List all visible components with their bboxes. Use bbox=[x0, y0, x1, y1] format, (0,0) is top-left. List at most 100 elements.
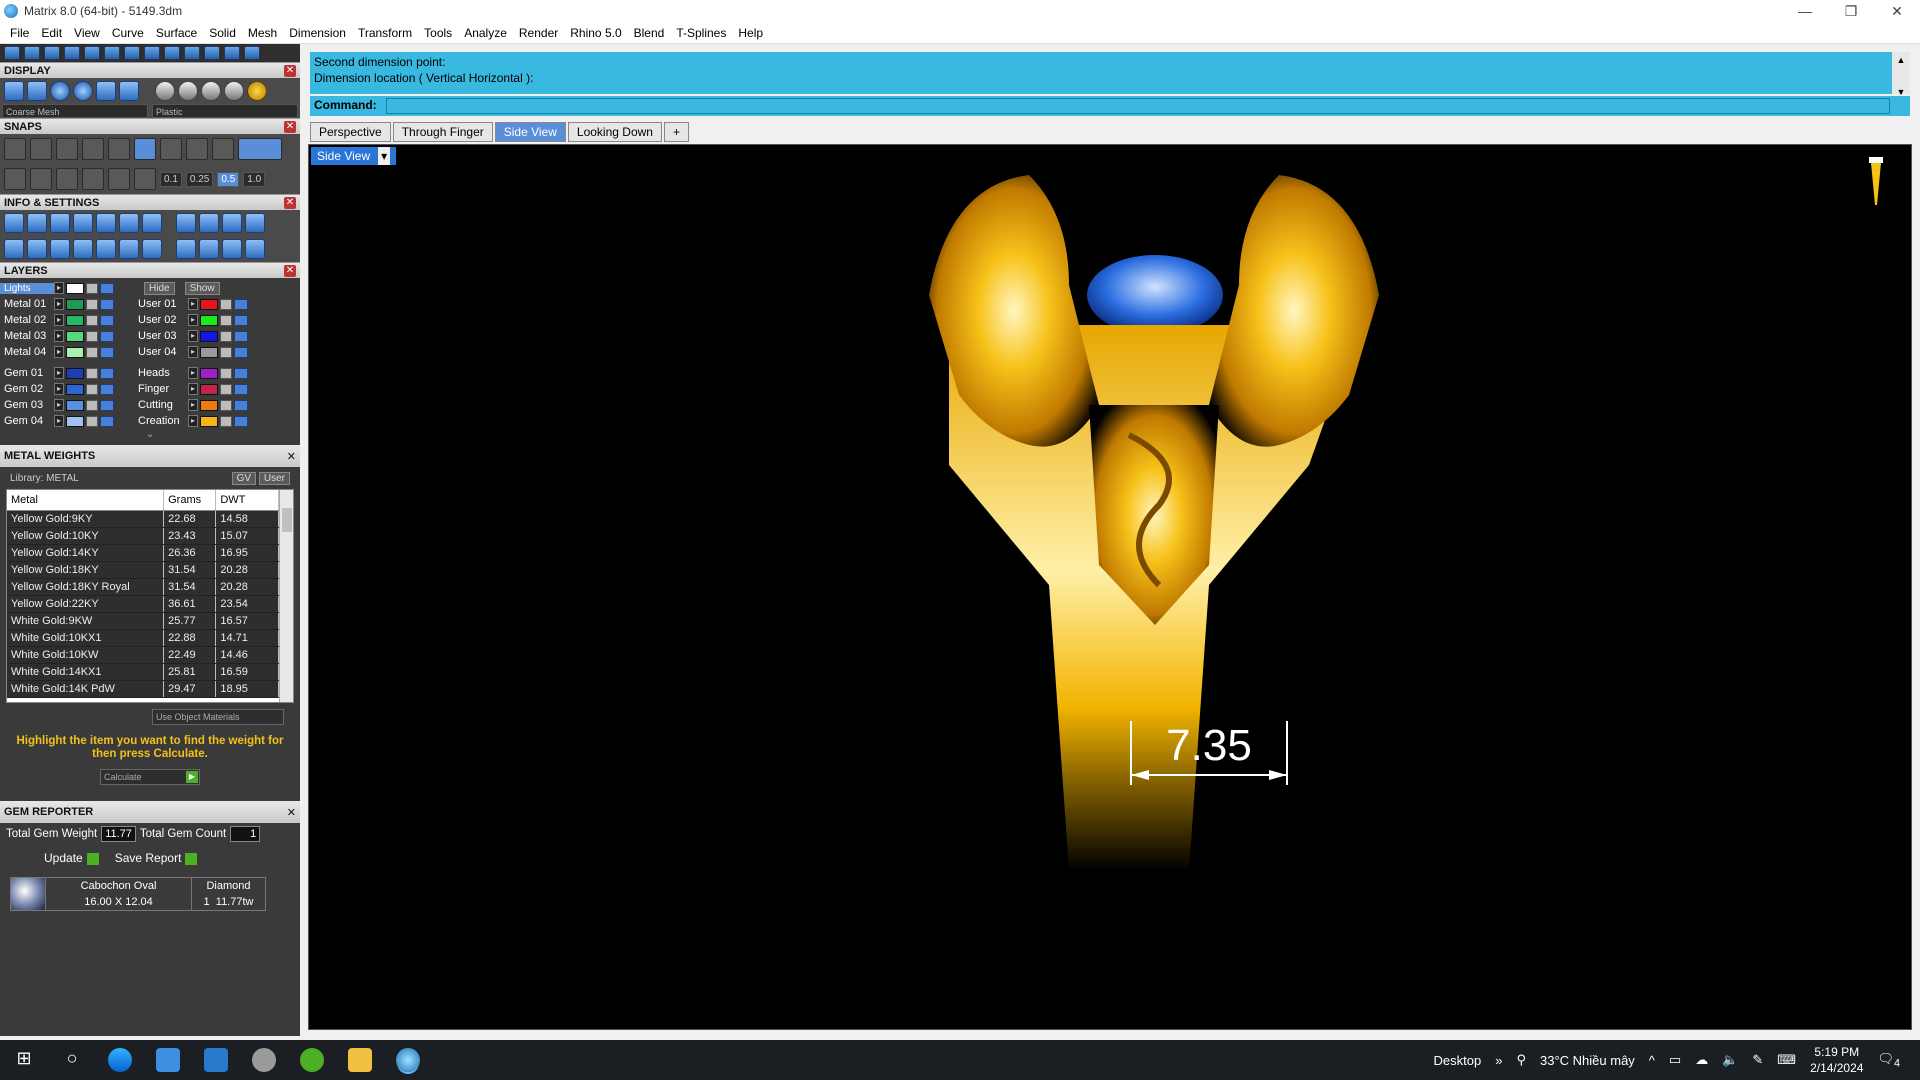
close-icon[interactable]: ✕ bbox=[284, 120, 296, 133]
tool-icon[interactable] bbox=[144, 46, 160, 60]
snap-value-0-1[interactable]: 0.1 bbox=[160, 171, 182, 187]
layer-color-swatch[interactable] bbox=[200, 383, 218, 395]
chevron-right-icon[interactable]: ▸ bbox=[188, 399, 198, 411]
column-grams[interactable]: Grams bbox=[163, 490, 217, 511]
show-button[interactable]: Show bbox=[184, 281, 220, 295]
chevron-right-icon[interactable]: ▸ bbox=[188, 346, 198, 358]
visibility-icon[interactable] bbox=[234, 399, 248, 411]
lock-icon[interactable] bbox=[220, 367, 232, 379]
chevron-right-icon[interactable]: ▸ bbox=[188, 383, 198, 395]
tab-through-finger[interactable]: Through Finger bbox=[392, 122, 493, 142]
layer-name[interactable]: Cutting bbox=[134, 399, 188, 411]
table-row[interactable]: Yellow Gold:14KY 26.36 16.95 bbox=[7, 544, 279, 562]
shaded-icon[interactable] bbox=[50, 81, 70, 101]
lights-layer[interactable]: Lights bbox=[0, 282, 54, 294]
edge-icon[interactable] bbox=[108, 1048, 132, 1072]
layer-name[interactable]: Finger bbox=[134, 383, 188, 395]
chevron-right-icon[interactable]: ▸ bbox=[188, 367, 198, 379]
tool-icon[interactable] bbox=[44, 46, 60, 60]
menu-item-tools[interactable]: Tools bbox=[418, 26, 458, 40]
layer-color-swatch[interactable] bbox=[66, 346, 84, 358]
column-dwt[interactable]: DWT bbox=[215, 490, 279, 511]
render-icon[interactable] bbox=[199, 239, 219, 259]
layer-name[interactable]: Metal 04 bbox=[0, 346, 54, 358]
osnap-icon[interactable] bbox=[82, 168, 104, 190]
snap-point-icon[interactable] bbox=[56, 138, 78, 160]
tool-icon[interactable] bbox=[24, 46, 40, 60]
layer-color-swatch[interactable] bbox=[200, 367, 218, 379]
tool-icon[interactable] bbox=[84, 46, 100, 60]
snap-value-0-25[interactable]: 0.25 bbox=[185, 171, 214, 187]
gumball-icon[interactable] bbox=[134, 168, 156, 190]
visibility-icon[interactable] bbox=[100, 298, 114, 310]
frame-icon[interactable] bbox=[245, 213, 265, 233]
command-scrollbar[interactable]: ▲ ▼ bbox=[1892, 52, 1910, 97]
gem-icon[interactable] bbox=[50, 239, 70, 259]
smarttrack-icon[interactable] bbox=[108, 168, 130, 190]
chevron-down-icon[interactable]: ▾ bbox=[378, 147, 391, 165]
matrix-taskbar-icon[interactable] bbox=[396, 1048, 420, 1072]
lock-icon[interactable] bbox=[220, 298, 232, 310]
viewport[interactable]: Side View ▾ 7.35 bbox=[308, 144, 1912, 1030]
layer-color-swatch[interactable] bbox=[66, 399, 84, 411]
snap-mid-icon[interactable] bbox=[82, 138, 104, 160]
keyboard-icon[interactable]: ⌨ bbox=[1777, 1052, 1796, 1068]
table-row[interactable]: Yellow Gold:18KY 31.54 20.28 bbox=[7, 561, 279, 579]
move-icon[interactable] bbox=[119, 239, 139, 259]
gold-sphere-icon[interactable] bbox=[247, 81, 267, 101]
tool-icon[interactable] bbox=[224, 46, 240, 60]
layer-name[interactable]: Heads bbox=[134, 367, 188, 379]
cloud-icon[interactable]: ☁ bbox=[1695, 1052, 1708, 1068]
visibility-icon[interactable] bbox=[100, 330, 114, 342]
tools-icon[interactable] bbox=[176, 213, 196, 233]
render-icon[interactable] bbox=[222, 239, 242, 259]
lock-icon[interactable] bbox=[220, 383, 232, 395]
material-sphere-icon[interactable] bbox=[201, 81, 221, 101]
scrollbar-thumb[interactable] bbox=[282, 508, 292, 532]
visibility-icon[interactable] bbox=[234, 346, 248, 358]
tool-icon[interactable] bbox=[184, 46, 200, 60]
desktop-toolbar[interactable]: Desktop bbox=[1434, 1053, 1482, 1068]
tab-looking-down[interactable]: Looking Down bbox=[567, 122, 662, 142]
close-icon[interactable]: ✕ bbox=[284, 264, 296, 277]
visibility-icon[interactable] bbox=[100, 367, 114, 379]
material-sphere-icon[interactable] bbox=[224, 81, 244, 101]
lock-icon[interactable] bbox=[86, 415, 98, 427]
layer-name[interactable]: User 01 bbox=[134, 298, 188, 310]
save-report-button[interactable]: Save Report bbox=[115, 851, 198, 865]
menu-item-blend[interactable]: Blend bbox=[628, 26, 671, 40]
visibility-icon[interactable] bbox=[234, 383, 248, 395]
chevron-right-icon[interactable]: ▸ bbox=[54, 399, 64, 411]
layer-color-swatch[interactable] bbox=[200, 346, 218, 358]
layer-color-swatch[interactable] bbox=[66, 314, 84, 326]
material-sphere-icon[interactable] bbox=[155, 81, 175, 101]
frame-icon[interactable] bbox=[199, 213, 219, 233]
visibility-icon[interactable] bbox=[100, 383, 114, 395]
zoom-icon[interactable] bbox=[27, 213, 47, 233]
update-button[interactable]: Update bbox=[44, 851, 99, 865]
snap-quad-icon[interactable] bbox=[212, 138, 234, 160]
table-scrollbar[interactable] bbox=[279, 490, 293, 702]
visibility-icon[interactable] bbox=[100, 282, 114, 294]
expand-icon[interactable]: ⌄ bbox=[0, 429, 300, 443]
layer-color-swatch[interactable] bbox=[66, 415, 84, 427]
layer-name[interactable]: Metal 01 bbox=[0, 298, 54, 310]
box-icon[interactable] bbox=[27, 239, 47, 259]
column-metal[interactable]: Metal bbox=[7, 490, 165, 511]
tool-icon[interactable] bbox=[104, 46, 120, 60]
table-row[interactable]: White Gold:9KW 25.77 16.57 bbox=[7, 612, 279, 630]
menu-item-transform[interactable]: Transform bbox=[352, 26, 418, 40]
tool-icon[interactable] bbox=[4, 46, 20, 60]
close-icon[interactable]: ✕ bbox=[284, 64, 296, 77]
layer-color-swatch[interactable] bbox=[200, 399, 218, 411]
chevron-right-icon[interactable]: ▸ bbox=[188, 415, 198, 427]
tool-icon[interactable] bbox=[164, 46, 180, 60]
close-button[interactable]: ✕ bbox=[1874, 0, 1920, 22]
snap-cen-icon[interactable] bbox=[108, 138, 130, 160]
command-input[interactable] bbox=[386, 98, 1890, 114]
menu-item-help[interactable]: Help bbox=[732, 26, 769, 40]
tab-side-view[interactable]: Side View bbox=[494, 122, 566, 142]
cube-icon[interactable] bbox=[142, 213, 162, 233]
lights-swatch[interactable] bbox=[66, 282, 84, 294]
viewport-label[interactable]: Side View ▾ bbox=[311, 147, 397, 165]
